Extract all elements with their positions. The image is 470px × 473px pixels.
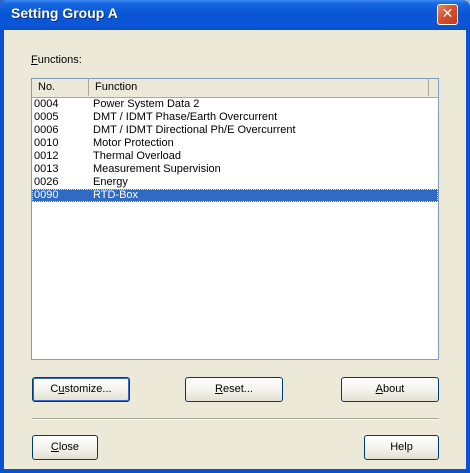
list-item[interactable]: 0010 Motor Protection <box>32 137 438 150</box>
list-item-function: Motor Protection <box>93 137 174 149</box>
list-item-function: RTD-Box <box>93 189 139 201</box>
list-header: No. Function <box>32 79 438 98</box>
list-item[interactable]: 0012 Thermal Overload <box>32 150 438 163</box>
help-button-label: Help <box>390 441 413 453</box>
window-border-bottom <box>0 469 470 473</box>
list-item[interactable]: 0090 RTD-Box <box>32 189 438 202</box>
column-header-filler <box>429 79 438 96</box>
list-item-number: 0005 <box>34 111 59 123</box>
list-item[interactable]: 0026 Energy <box>32 176 438 189</box>
customize-button[interactable]: Customize... <box>32 377 130 402</box>
list-item[interactable]: 0006 DMT / IDMT Directional Ph/E Overcurr… <box>32 124 438 137</box>
list-item-function: DMT / IDMT Directional Ph/E Overcurrent <box>93 124 296 136</box>
list-item-number: 0090 <box>34 189 59 201</box>
list-item-number: 0006 <box>34 124 59 136</box>
divider <box>32 418 439 420</box>
list-item-number: 0004 <box>34 98 59 110</box>
dialog-title: Setting Group A <box>11 5 118 21</box>
column-header-no[interactable]: No. <box>32 79 89 96</box>
lbl-about-text: About <box>375 383 405 395</box>
column-header-function[interactable]: Function <box>89 79 429 96</box>
list-item[interactable]: 0004 Power System Data 2 <box>32 98 438 111</box>
list-body: 0004 Power System Data 2 0005 DMT / IDMT Ph… <box>32 98 438 202</box>
lbl-reset-text: Reset... <box>215 383 253 395</box>
list-item-number: 0026 <box>34 176 59 188</box>
help-button[interactable]: Help <box>364 435 439 460</box>
window-border-right <box>466 30 470 473</box>
list-item-number: 0012 <box>34 150 59 162</box>
list-item-function: Measurement Supervision <box>93 163 221 175</box>
about-button[interactable]: About <box>341 377 439 402</box>
setting-group-dialog: Setting Group A ✕ Functions: No. Functio… <box>0 0 470 473</box>
functions-list[interactable]: No. Function 0004 Power System Data 2 0005… <box>31 78 439 360</box>
lbl-close-text: Close <box>50 441 80 453</box>
close-icon[interactable]: ✕ <box>437 4 458 25</box>
list-item-function: Energy <box>93 176 128 188</box>
list-item-function: Power System Data 2 <box>93 98 200 110</box>
functions-label: Functions: <box>31 54 82 66</box>
list-item-number: 0013 <box>34 163 59 175</box>
list-item[interactable]: 0013 Measurement Supervision <box>32 163 438 176</box>
close-button[interactable]: Close <box>32 435 98 460</box>
list-item[interactable]: 0005 DMT / IDMT Phase/Earth Overcurrent <box>32 111 438 124</box>
lbl-customize-text: Customize... <box>50 383 112 395</box>
title-bar[interactable]: Setting Group A ✕ <box>0 0 470 30</box>
list-item-function: DMT / IDMT Phase/Earth Overcurrent <box>93 111 278 123</box>
list-item-function: Thermal Overload <box>93 150 182 162</box>
list-item-number: 0010 <box>34 137 59 149</box>
reset-button[interactable]: Reset... <box>185 377 283 402</box>
